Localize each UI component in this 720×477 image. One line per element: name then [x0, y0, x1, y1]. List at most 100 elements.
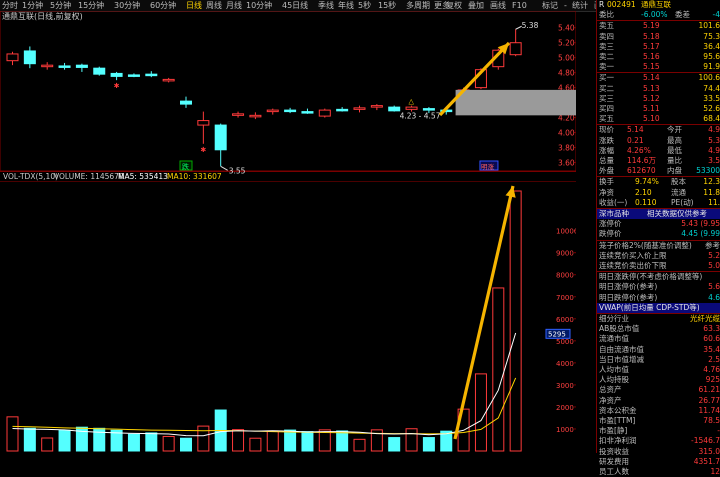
cell: 4.45 (9.99: [681, 229, 720, 239]
fundamental-row: 投资收益 315.0: [597, 447, 720, 457]
cell: 市盈[静]: [599, 426, 628, 436]
period-tab[interactable]: 日线: [186, 0, 202, 11]
cell: 最高: [667, 135, 682, 145]
volume-bar: [232, 429, 245, 452]
vol-axis-label: 7000: [556, 294, 574, 302]
vol-ma5-line: [12, 332, 517, 437]
cell: 资本公积金: [599, 405, 637, 415]
period-tab[interactable]: 5分钟: [50, 0, 71, 11]
volume-bar: [336, 430, 349, 452]
cell: 60.6: [703, 334, 720, 344]
tomorrow-row: 明日涨停价(参考) 5.6: [597, 282, 720, 292]
ask-price: 5.15: [643, 62, 660, 72]
volume-bar: [405, 428, 418, 452]
fundamental-row: AB股总市值 63.3: [597, 324, 720, 334]
tomorrow-row: 明日涨跌停(不考虑价格调整等): [597, 272, 720, 282]
cell: 参考: [705, 240, 720, 250]
volume-bar: [509, 190, 522, 452]
period-tab[interactable]: 多周期: [406, 0, 430, 11]
bid-price: 5.13: [643, 83, 660, 93]
cell: 涨停价: [599, 219, 622, 229]
period-tab[interactable]: 1分钟: [22, 0, 43, 11]
vol-ma10-line: [12, 377, 517, 435]
cell: 扣非净利润: [599, 436, 637, 446]
candle-body: [23, 50, 36, 65]
fundamental-row: 市盈[TTM] 78.5: [597, 416, 720, 426]
toolbar-action[interactable]: 画线: [490, 0, 506, 11]
fundamental-row: 自由流通市值 35.4: [597, 345, 720, 355]
industry-row: 细分行业 光纤光缆: [597, 314, 720, 324]
stat-row: 换手 9.74% 股本 12.3: [597, 177, 720, 187]
period-tab[interactable]: 15分钟: [78, 0, 104, 11]
volume-bar: [284, 429, 297, 452]
cell: 5.3: [708, 135, 720, 145]
period-tab[interactable]: 15秒: [378, 0, 396, 11]
ask-volume: 36.4: [703, 41, 720, 51]
candle-body: [197, 120, 210, 126]
price-axis-label: 4.00: [558, 129, 575, 138]
cage-row: 连续竞价卖出价下限 5.0: [597, 261, 720, 271]
ask-volume: 91.9: [703, 62, 720, 72]
toolbar-action[interactable]: F10: [512, 0, 527, 11]
cell: 2.10: [635, 187, 652, 197]
cell: 人均持股: [599, 375, 629, 385]
cell: 明日涨停价(参考): [599, 282, 658, 292]
fundamental-row: 研发费用 4351.7: [597, 457, 720, 467]
weibi: -6.00%: [641, 10, 668, 20]
vol-axis-label: 2000: [556, 404, 574, 412]
vol-ma10: MA10: 331607: [167, 172, 222, 181]
highlight-zone: [455, 89, 576, 116]
bid-volume: 74.4: [703, 83, 720, 93]
cell: 925: [705, 375, 720, 385]
cell: 买五: [599, 114, 614, 124]
ask-row: 卖二 5.16 95.6: [597, 52, 720, 62]
volume-bar: [474, 373, 487, 452]
cell: 细分行业: [599, 314, 629, 323]
cell: 4.6: [708, 292, 720, 302]
ask-row: 卖五 5.19 101.6: [597, 21, 720, 31]
cell: 卖四: [599, 31, 614, 41]
period-tab[interactable]: 10分钟: [246, 0, 272, 11]
badge-lhb: 明涨: [481, 162, 495, 171]
period-tab[interactable]: 月线: [226, 0, 242, 11]
period-tab[interactable]: 30分钟: [114, 0, 140, 11]
toolbar-action[interactable]: 标记: [542, 0, 558, 11]
kline-chart[interactable]: 通鼎互联(日线,前复权)5.405.205.004.804.604.404.20…: [0, 11, 576, 453]
chart-canvas[interactable]: 通鼎互联(日线,前复权)5.405.205.004.804.604.404.20…: [0, 11, 576, 453]
cell: AB股总市值: [599, 324, 640, 334]
cell: 78.5: [703, 416, 720, 425]
volume-bar: [145, 432, 158, 452]
toolbar-action[interactable]: 叠加: [468, 0, 484, 11]
stock-header: R 002491 通鼎互联: [597, 0, 720, 10]
candle-body: [301, 111, 314, 114]
cell: 总资产: [599, 385, 622, 395]
cell: 5.0: [708, 261, 720, 270]
cell: 收益(一): [599, 197, 628, 207]
fundamental-row: 人均市值 4.76: [597, 365, 720, 375]
cage-row: 连续竞价买入价上限 5.2: [597, 251, 720, 261]
period-tab[interactable]: 季线: [318, 0, 334, 11]
low-pointer: [220, 165, 228, 171]
cell: 股本: [671, 177, 686, 187]
period-tab[interactable]: 5秒: [358, 0, 371, 11]
limit-row: 跌停价 4.45 (9.99: [597, 229, 720, 239]
toolbar-action[interactable]: 统计: [572, 0, 588, 11]
cell: 涨幅: [599, 145, 614, 155]
ask-price: 5.16: [643, 52, 660, 61]
period-tab[interactable]: 周线: [206, 0, 222, 11]
toolbar-action[interactable]: 复权: [446, 0, 462, 11]
stat-row: 外盘 612670 内盘 53300: [597, 166, 720, 176]
vol-axis-label: 1000: [556, 426, 574, 434]
bid-row: 买一 5.14 100.6: [597, 73, 720, 83]
low-annotation: 3.55: [229, 166, 246, 175]
bid-volume: 52.6: [703, 104, 720, 113]
candle-body: [214, 124, 227, 151]
period-tab[interactable]: 60分钟: [150, 0, 176, 11]
cell: 5.6: [708, 282, 720, 292]
vol-axis-label: 5000: [556, 338, 574, 346]
volume-bar: [422, 437, 435, 452]
period-tab[interactable]: 45日线: [282, 0, 308, 11]
bid-volume: 33.5: [703, 93, 720, 103]
period-tab[interactable]: 年线: [338, 0, 354, 11]
period-tab[interactable]: 分时: [2, 0, 18, 11]
